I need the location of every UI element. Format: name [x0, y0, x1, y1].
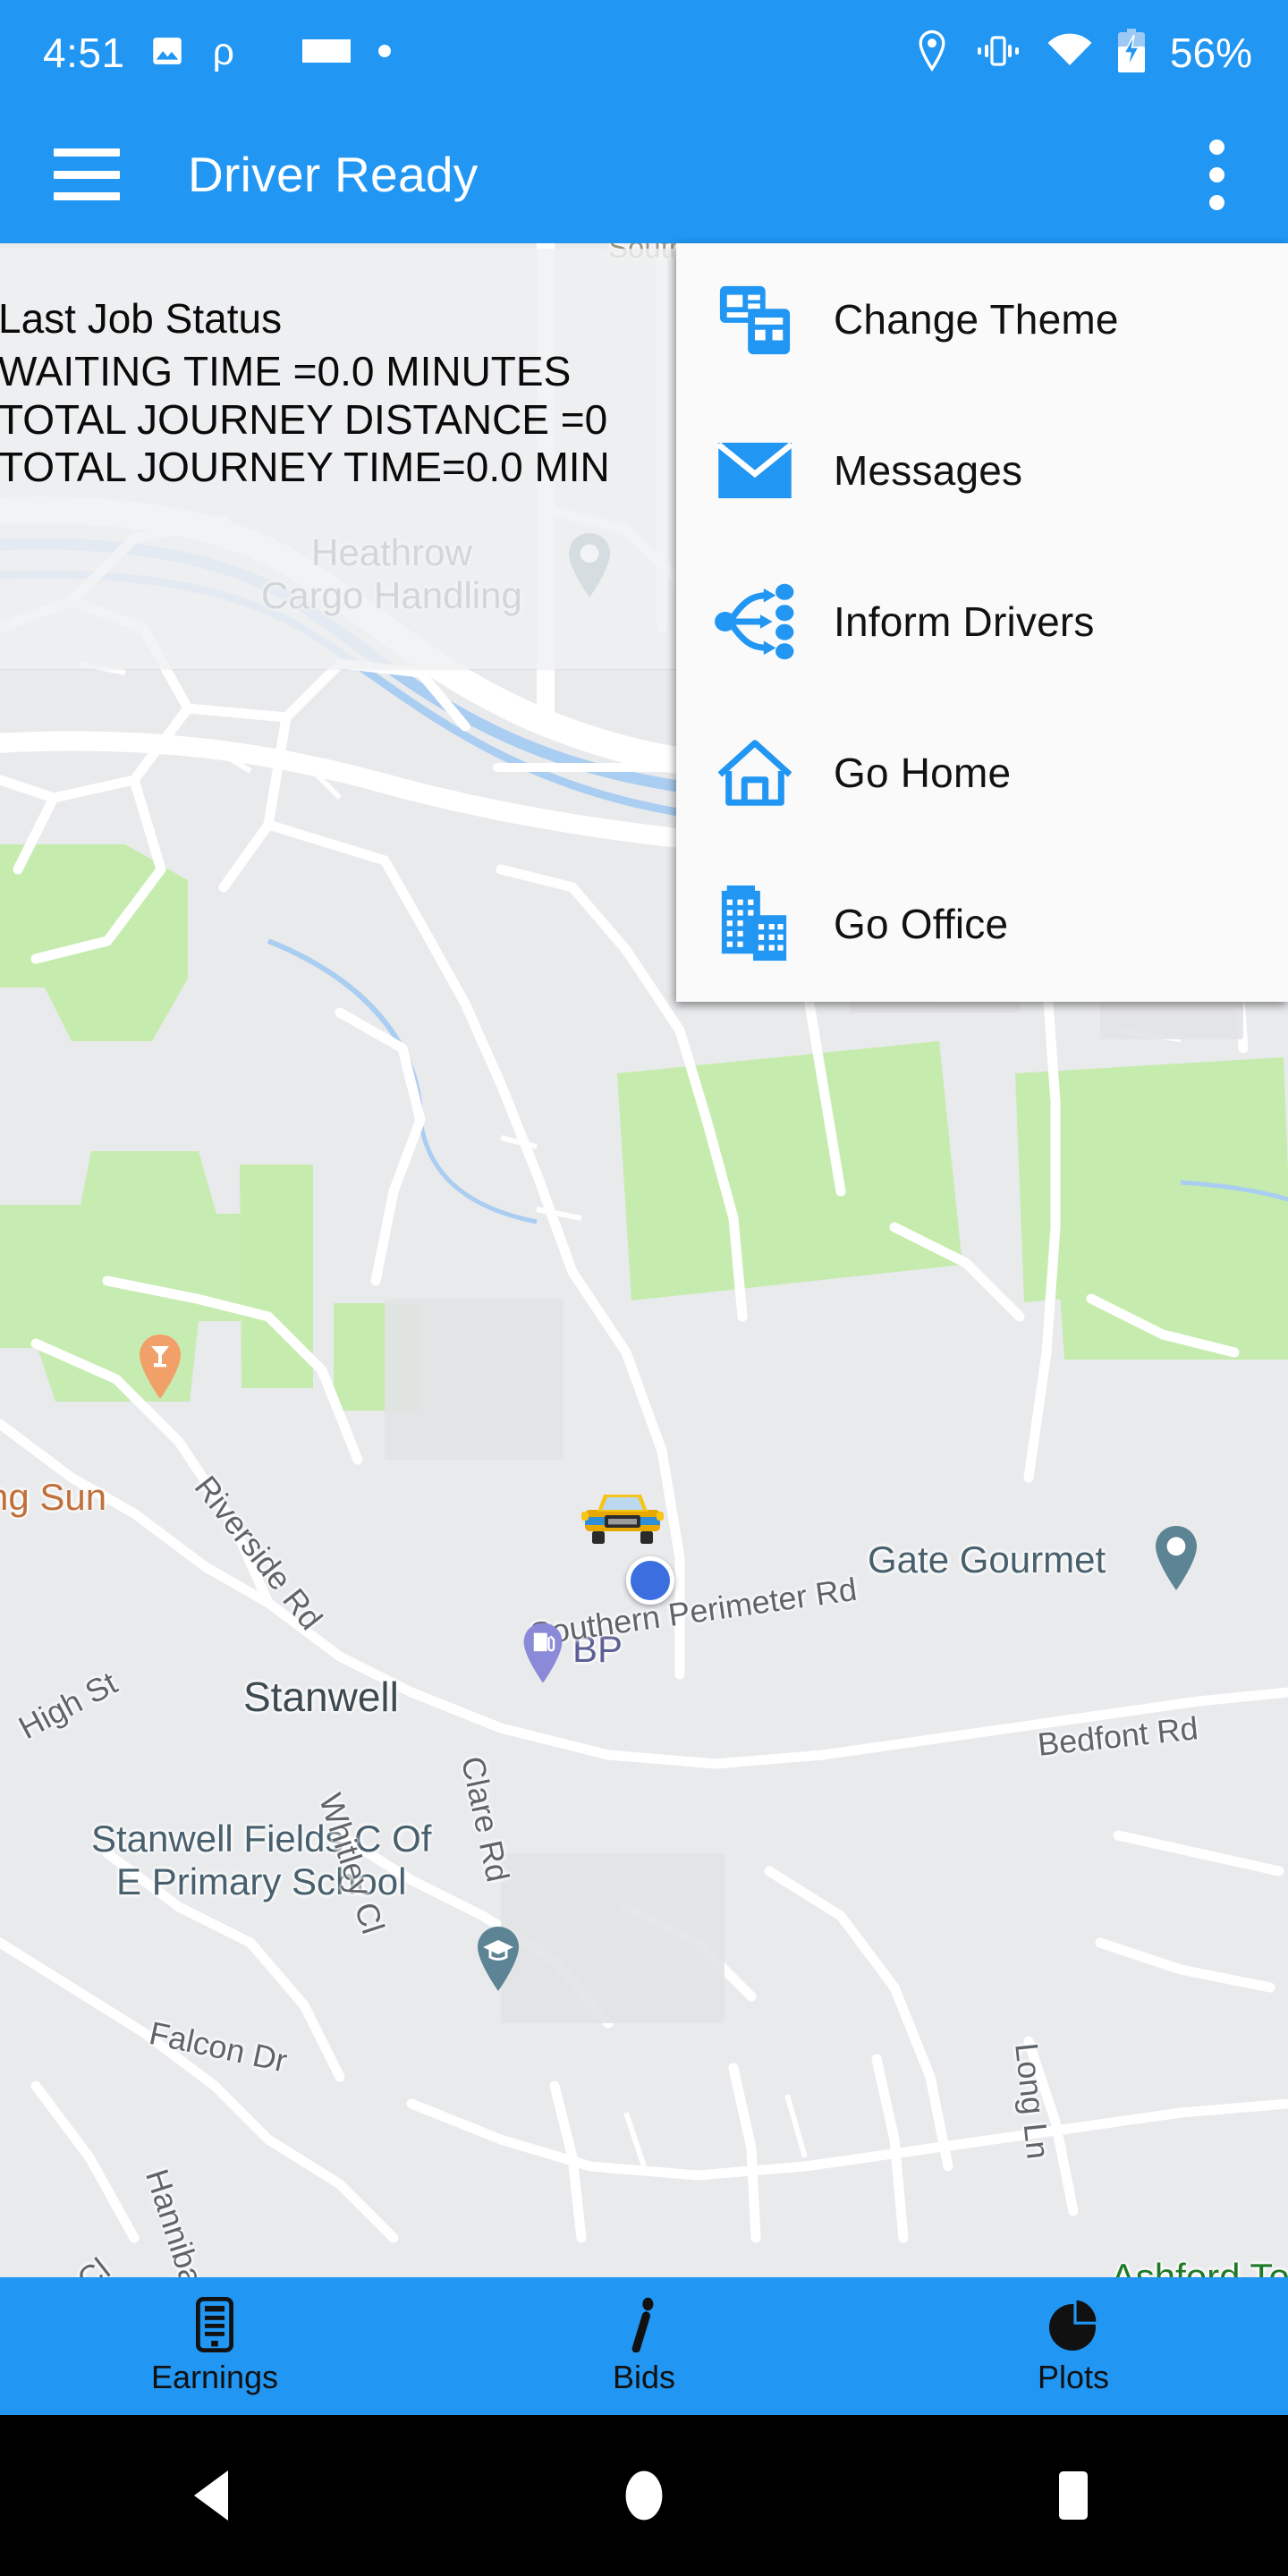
home-icon: [676, 737, 834, 809]
status-bar: 4:51 ρ 56%: [0, 0, 1288, 106]
hamburger-bar: [54, 170, 120, 179]
status-card-waiting-time: WAITING TIME =0.0 MINUTES: [0, 348, 572, 395]
map-label-stanwell: Stanwell: [243, 1674, 399, 1720]
battery-percent-label: 56%: [1169, 30, 1252, 76]
tab-label: Earnings: [150, 2359, 279, 2395]
overflow-dots-icon[interactable]: [1209, 139, 1227, 210]
app-bar: Driver Ready: [0, 106, 1288, 243]
menu-item-change-theme[interactable]: Change Theme: [676, 243, 1288, 394]
theme-layout-icon: [676, 281, 834, 358]
envelope-icon: [676, 441, 834, 500]
recents-button[interactable]: [859, 2470, 1288, 2521]
image-icon: [148, 32, 186, 74]
back-button[interactable]: [0, 2469, 429, 2522]
menu-item-label: Inform Drivers: [834, 597, 1095, 645]
svg-text:ρ: ρ: [212, 30, 233, 72]
status-card-total-distance: TOTAL JOURNEY DISTANCE =0: [0, 395, 608, 443]
home-circle-icon: [623, 2468, 665, 2523]
menu-item-messages[interactable]: Messages: [676, 394, 1288, 546]
broadcast-people-icon: [676, 583, 834, 660]
home-button[interactable]: [429, 2467, 859, 2524]
vibrate-icon: [973, 31, 1023, 75]
menu-item-label: Go Home: [834, 749, 1012, 796]
office-building-icon: [676, 884, 834, 964]
pie-chart-icon: [1047, 2296, 1099, 2353]
overflow-dot: [1209, 139, 1224, 155]
menu-item-go-office[interactable]: Go Office: [676, 848, 1288, 999]
hamburger-icon[interactable]: [54, 148, 120, 200]
menu-item-label: Go Office: [834, 900, 1009, 947]
back-triangle-icon: [194, 2470, 228, 2521]
tab-label: Bids: [612, 2359, 676, 2395]
status-bar-clock: 4:51: [43, 30, 125, 76]
hamburger-bar: [54, 192, 120, 200]
overflow-dot: [1209, 194, 1224, 210]
info-italic-icon: [626, 2296, 662, 2353]
hamburger-bar: [54, 148, 120, 157]
overflow-menu: Change Theme Messages Inform Drivers Go …: [676, 243, 1288, 1002]
status-card-total-time: TOTAL JOURNEY TIME=0.0 MIN: [0, 444, 610, 491]
tab-earnings[interactable]: Earnings: [0, 2296, 429, 2396]
battery-charging-icon: [1116, 28, 1147, 78]
wifi-icon: [1046, 33, 1093, 73]
overflow-dot: [1209, 166, 1224, 182]
menu-item-go-home[interactable]: Go Home: [676, 697, 1288, 848]
menu-item-label: Change Theme: [834, 295, 1119, 343]
calculator-icon: [196, 2296, 233, 2353]
status-card-title: Last Job Status: [0, 295, 283, 342]
p-glyph-icon: ρ: [209, 30, 245, 76]
tab-plots[interactable]: Plots: [859, 2296, 1288, 2396]
recents-square-icon: [1059, 2471, 1088, 2520]
tab-label: Plots: [1037, 2359, 1110, 2395]
status-bar-left: 4:51 ρ: [0, 29, 394, 77]
last-job-status-card: Last Job Status WAITING TIME =0.0 MINUTE…: [0, 249, 701, 669]
map-label-ashford-town-fc: Ashford Town(Middlesex) Football...: [1110, 2256, 1288, 2277]
page-title: Driver Ready: [188, 147, 479, 202]
phone-screen: 4:51 ρ 56% Driver Ready Gate Gourmet g S…: [0, 0, 1288, 2576]
map-label-gate-gourmet: Gate Gourmet: [868, 1538, 1106, 1580]
menu-item-label: Messages: [834, 446, 1023, 494]
status-bar-right: 56%: [914, 28, 1288, 78]
bottom-navigation: Earnings Bids Plots: [0, 2277, 1288, 2415]
map-label-stanwell-fields-school: Stanwell Fields C Of E Primary School: [91, 1818, 432, 1902]
android-navigation-bar: [0, 2415, 1288, 2576]
screenshot-icon: [301, 32, 352, 74]
dot-icon: [376, 42, 394, 64]
menu-item-inform-drivers[interactable]: Inform Drivers: [676, 546, 1288, 697]
my-location-dot-icon: [626, 1556, 674, 1605]
location-icon: [914, 30, 950, 77]
map-label-rising-sun: ng Sun: [0, 1476, 107, 1518]
tab-bids[interactable]: Bids: [429, 2296, 859, 2396]
